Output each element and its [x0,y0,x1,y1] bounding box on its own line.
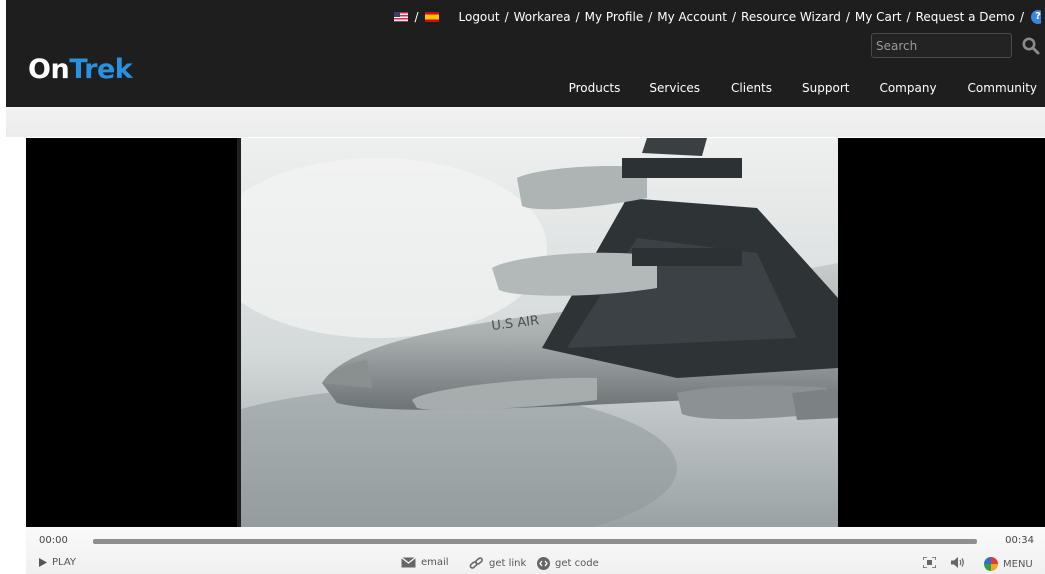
duration-time: 00:34 [1005,535,1034,546]
workarea-link[interactable]: Workarea [514,10,571,24]
fullscreen-icon [923,557,936,568]
main-nav: Products Services Clients Support Compan… [569,81,1037,95]
search-input[interactable] [871,33,1012,58]
my-profile-link[interactable]: My Profile [585,10,644,24]
separator: / [1019,10,1024,24]
nav-services[interactable]: Services [649,81,700,95]
search-box [871,33,1041,58]
video-player[interactable]: U.S AIR [26,138,1045,527]
logo-part-trek: Trek [69,54,133,85]
search-icon[interactable] [1021,36,1041,56]
english-flag-icon[interactable] [394,12,409,22]
envelope-icon [401,557,416,568]
video-still-image: U.S AIR [237,138,838,527]
ontrek-logo[interactable]: OnTrek [28,54,133,85]
top-links-bar: / Logout / Workarea / My Profile / My Ac… [394,9,1045,25]
help-icon[interactable]: ? [1031,10,1041,24]
current-time: 00:00 [39,535,68,546]
chain-link-icon [469,557,484,570]
play-label: PLAY [52,557,77,568]
menu-label: MENU [1003,558,1033,570]
logo-part-on: On [28,54,70,85]
resource-wizard-link[interactable]: Resource Wizard [741,10,841,24]
nav-products[interactable]: Products [569,81,621,95]
progress-bar[interactable] [93,539,977,544]
logout-link[interactable]: Logout [459,10,500,24]
get-code-label: get code [555,558,599,569]
separator: / [504,10,509,24]
separator: / [845,10,850,24]
separator: / [414,10,419,24]
fullscreen-button[interactable] [923,557,941,568]
separator: / [648,10,653,24]
nav-company[interactable]: Company [879,81,936,95]
my-cart-link[interactable]: My Cart [855,10,902,24]
sub-header-bar [6,107,1045,137]
my-account-link[interactable]: My Account [657,10,727,24]
video-frame[interactable]: U.S AIR [237,138,838,527]
get-link-button[interactable]: get link [469,557,526,570]
separator: / [906,10,911,24]
email-label: email [421,557,449,568]
speaker-icon [951,557,966,568]
play-button[interactable]: PLAY [39,557,76,568]
request-demo-link[interactable]: Request a Demo [916,10,1015,24]
nav-community[interactable]: Community [968,81,1037,95]
site-header: / Logout / Workarea / My Profile / My Ac… [6,0,1045,107]
player-controls: 00:00 00:34 PLAY email get link get code [26,527,1045,574]
menu-colorwheel-icon [984,557,998,571]
code-icon [537,557,550,570]
spanish-flag-icon[interactable] [424,12,439,22]
separator: / [575,10,580,24]
get-code-button[interactable]: get code [537,557,599,570]
nav-support[interactable]: Support [802,81,849,95]
separator: / [732,10,737,24]
menu-button[interactable]: MENU [984,557,1033,571]
volume-button[interactable] [951,557,971,568]
get-link-label: get link [489,558,527,569]
play-icon [39,558,47,567]
email-button[interactable]: email [401,557,449,568]
nav-clients[interactable]: Clients [731,81,772,95]
